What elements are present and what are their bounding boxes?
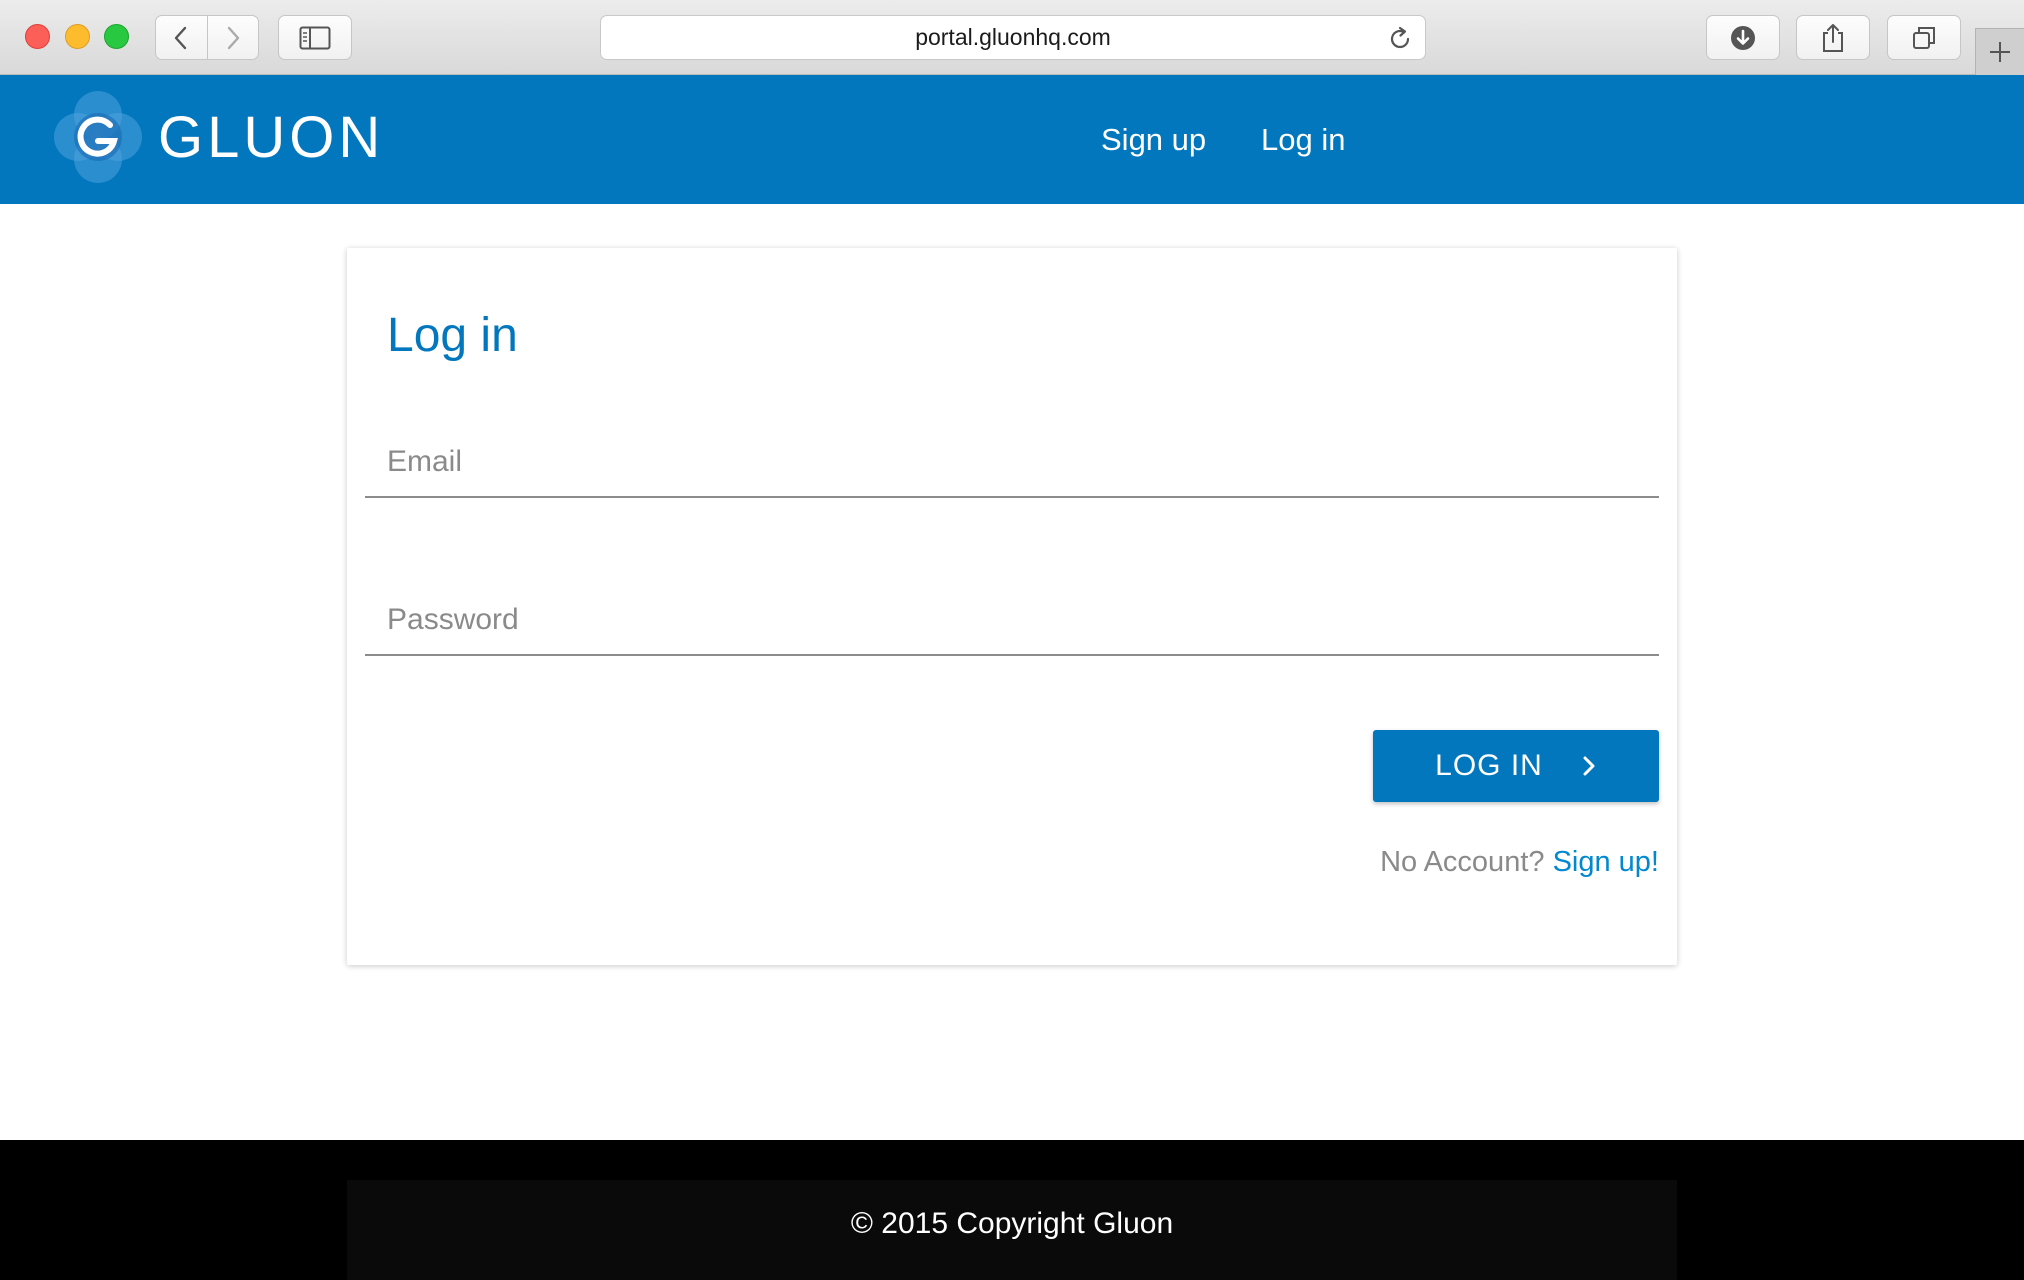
history-navigation (155, 15, 259, 60)
email-input[interactable] (365, 428, 1659, 496)
login-title: Log in (387, 309, 518, 362)
signup-link[interactable]: Sign up! (1553, 846, 1659, 878)
url-text: portal.gluonhq.com (915, 24, 1111, 50)
email-field-container (365, 428, 1659, 498)
browser-toolbar: portal.gluonhq.com (0, 0, 2024, 75)
forward-button[interactable] (206, 16, 259, 59)
downloads-button[interactable] (1706, 15, 1780, 60)
sidebar-button[interactable] (278, 15, 352, 60)
brand-name: GLUON (158, 104, 385, 170)
footer-content: © 2015 Copyright Gluon (347, 1180, 1677, 1280)
password-input[interactable] (365, 586, 1659, 654)
share-icon (1823, 23, 1843, 52)
address-bar[interactable]: portal.gluonhq.com (600, 15, 1426, 60)
sidebar-icon (299, 26, 331, 49)
chevron-right-icon (227, 26, 239, 49)
chevron-right-icon (1581, 755, 1597, 777)
zoom-window-button[interactable] (104, 24, 129, 49)
new-tab-button[interactable] (1975, 28, 2024, 75)
copyright-text: © 2015 Copyright Gluon (850, 1207, 1174, 1240)
site-header: GLUON Sign up Log in (0, 75, 2024, 204)
reload-icon (1390, 26, 1410, 49)
login-card: Log in LOG IN No Account? Sign up! (347, 248, 1677, 965)
login-button-label: LOG IN (1435, 749, 1543, 782)
download-icon (1731, 25, 1755, 50)
back-button[interactable] (156, 16, 207, 59)
tabs-overview-button[interactable] (1887, 15, 1961, 60)
chevron-left-icon (175, 26, 187, 49)
no-account-text: No Account? (1380, 846, 1545, 878)
site-footer: © 2015 Copyright Gluon (0, 1140, 2024, 1280)
share-button[interactable] (1796, 15, 1870, 60)
reload-button[interactable] (1387, 26, 1413, 57)
login-button[interactable]: LOG IN (1373, 730, 1659, 802)
nav-login-link[interactable]: Log in (1261, 75, 1345, 204)
close-window-button[interactable] (25, 24, 50, 49)
gluon-logo[interactable]: GLUON (48, 81, 384, 193)
tabs-icon (1913, 26, 1935, 49)
no-account-prompt: No Account? Sign up! (1380, 846, 1659, 879)
password-field-container (365, 586, 1659, 656)
plus-icon (1990, 42, 2010, 62)
nav-signup-link[interactable]: Sign up (1101, 75, 1206, 204)
minimize-window-button[interactable] (65, 24, 90, 49)
gluon-logo-icon (54, 91, 142, 183)
